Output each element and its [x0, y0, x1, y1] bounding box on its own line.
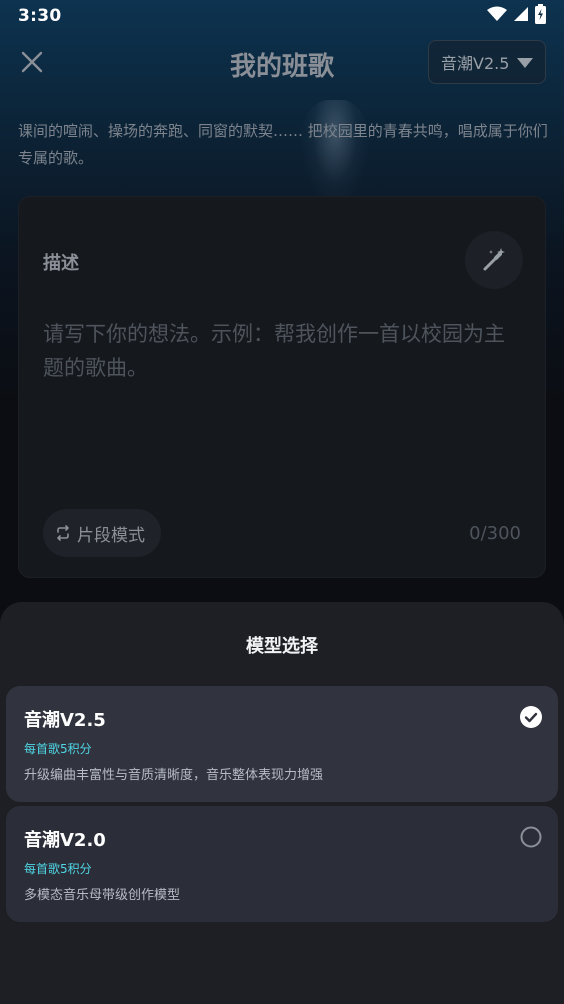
- model-option-name: 音潮V2.5: [24, 710, 106, 731]
- segment-mode-button[interactable]: 片段模式: [43, 509, 161, 557]
- signal-icon: [513, 6, 529, 26]
- model-option-price: 每首歌5积分: [24, 862, 92, 876]
- description-card: 描述 请写下你的想法。示例：帮我创作一首以校园为主题的歌曲。 片段模式 0/30…: [18, 196, 546, 578]
- status-time: 3:30: [18, 6, 62, 26]
- radio-empty-icon: [520, 826, 542, 848]
- model-option-price: 每首歌5积分: [24, 742, 92, 756]
- char-counter: 0/300: [469, 523, 521, 544]
- model-selector-value: 音潮V2.5: [441, 54, 510, 73]
- magic-generate-button[interactable]: [465, 231, 523, 289]
- model-option-description: 升级编曲丰富性与音质清晰度，音乐整体表现力增强: [24, 768, 324, 783]
- segment-mode-label: 片段模式: [77, 525, 145, 546]
- status-icons: [487, 4, 546, 28]
- repeat-icon: [57, 525, 69, 541]
- app-header: 我的班歌 音潮V2.5: [0, 38, 564, 86]
- description-input[interactable]: 请写下你的想法。示例：帮我创作一首以校园为主题的歌曲。: [43, 317, 513, 385]
- model-select-sheet: 模型选择 音潮V2.5 每首歌5积分 升级编曲丰富性与音质清晰度，音乐整体表现力…: [0, 602, 564, 1004]
- wifi-icon: [487, 6, 507, 26]
- model-selector[interactable]: 音潮V2.5: [428, 40, 546, 84]
- battery-icon: [535, 4, 546, 28]
- sheet-title: 模型选择: [246, 636, 318, 657]
- model-option-name: 音潮V2.0: [24, 830, 106, 851]
- magic-wand-icon: [483, 248, 505, 271]
- model-option-v25[interactable]: 音潮V2.5 每首歌5积分 升级编曲丰富性与音质清晰度，音乐整体表现力增强: [6, 686, 558, 802]
- caret-down-icon: [517, 58, 533, 68]
- model-option-v20[interactable]: 音潮V2.0 每首歌5积分 多模态音乐母带级创作模型: [6, 806, 558, 922]
- description-label: 描述: [43, 253, 79, 274]
- model-option-description: 多模态音乐母带级创作模型: [24, 888, 181, 903]
- intro-text: 课间的喧闹、操场的奔跑、同窗的默契…… 把校园里的青春共鸣，唱成属于你们专属的歌…: [18, 122, 548, 167]
- status-bar: 3:30: [0, 0, 564, 32]
- check-circle-icon: [520, 706, 542, 728]
